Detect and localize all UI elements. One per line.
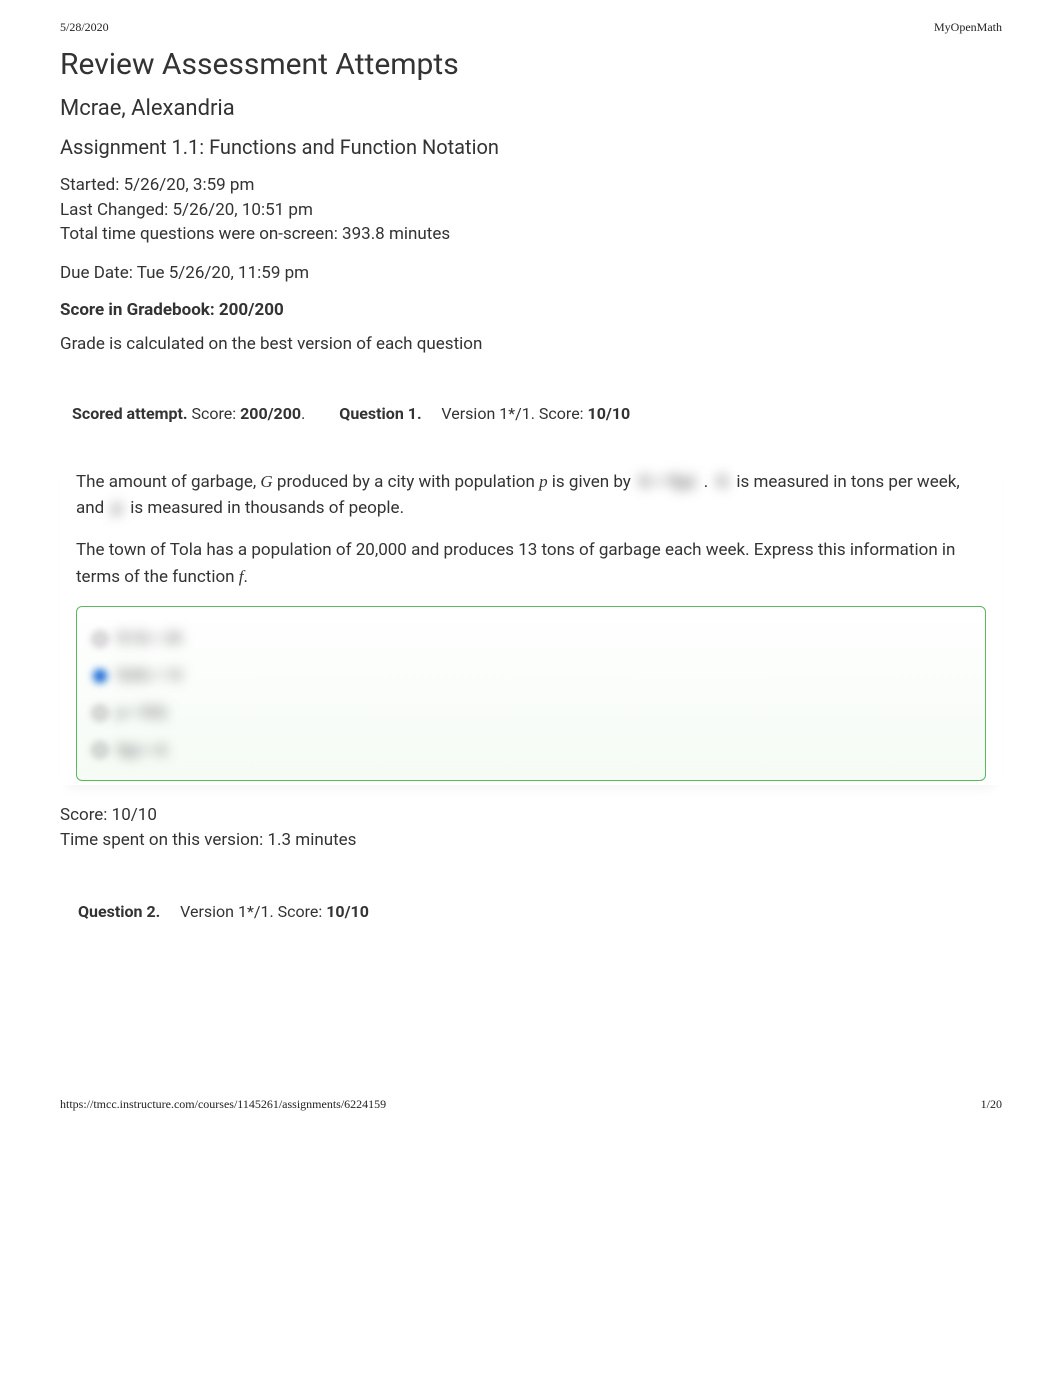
gradebook-label: Score in Gradebook: bbox=[60, 300, 219, 320]
page-container: 5/28/2020 MyOpenMath Review Assessment A… bbox=[0, 0, 1062, 1142]
q1-var-p: p bbox=[539, 472, 548, 491]
last-changed-line: Last Changed: 5/26/20, 10:51 pm bbox=[60, 198, 1002, 223]
question-1-version: Version 1*/1. Score: bbox=[441, 404, 587, 423]
due-date-block: Due Date: Tue 5/26/20, 11:59 pm bbox=[60, 261, 1002, 286]
q1-t-c: is given by bbox=[548, 472, 635, 492]
q1-option-4[interactable]: f(p) = G bbox=[93, 739, 969, 762]
started-line: Started: 5/26/20, 3:59 pm bbox=[60, 173, 1002, 198]
q1-blur-2: G bbox=[713, 469, 733, 495]
question-1-header: Question 1. Version 1*/1. Score: 10/10 bbox=[321, 390, 648, 437]
q1-t-d: . bbox=[700, 472, 713, 492]
student-name: Mcrae, Alexandria bbox=[60, 96, 1002, 121]
q1-option-1-text: f(13) = 20 bbox=[117, 627, 182, 650]
radio-icon[interactable] bbox=[93, 706, 107, 720]
footer-page: 1/20 bbox=[981, 1097, 1002, 1112]
print-footer: https://tmcc.instructure.com/courses/114… bbox=[60, 1097, 1002, 1112]
q1-p2-b: . bbox=[244, 567, 248, 587]
radio-icon[interactable] bbox=[93, 632, 107, 646]
assignment-title: Assignment 1.1: Functions and Function N… bbox=[60, 135, 1002, 159]
q1-option-3-text: p = f(G) bbox=[117, 701, 167, 724]
question-1-body: The amount of garbage, G produced by a c… bbox=[60, 449, 1002, 785]
q1-answer-box: f(13) = 20 f(20) = 13 p = f(G) f(p) = G bbox=[76, 606, 986, 781]
print-header: 5/28/2020 MyOpenMath bbox=[60, 20, 1002, 35]
attempt-tab-label: Scored attempt. bbox=[72, 404, 188, 423]
attempt-meta: Started: 5/26/20, 3:59 pm Last Changed: … bbox=[60, 173, 1002, 247]
attempt-tab-score-value: 200/200 bbox=[240, 404, 301, 423]
q1-option-1[interactable]: f(13) = 20 bbox=[93, 627, 969, 650]
q1-t-a: The amount of garbage, bbox=[76, 472, 260, 492]
attempt-tab-period: . bbox=[301, 404, 305, 423]
q1-blur-3: p bbox=[108, 495, 126, 521]
q1-result: Score: 10/10 Time spent on this version:… bbox=[60, 803, 1002, 852]
attempt-tab-score-label: Score: bbox=[188, 404, 241, 423]
q1-option-4-text: f(p) = G bbox=[117, 739, 167, 762]
q1-option-3[interactable]: p = f(G) bbox=[93, 701, 969, 724]
grade-calc-note: Grade is calculated on the best version … bbox=[60, 334, 1002, 354]
due-date-line: Due Date: Tue 5/26/20, 11:59 pm bbox=[60, 261, 1002, 286]
app-name: MyOpenMath bbox=[934, 20, 1002, 35]
question-1-score: 10/10 bbox=[588, 404, 631, 423]
gradebook-value: 200/200 bbox=[219, 300, 284, 320]
q1-para-1: The amount of garbage, G produced by a c… bbox=[76, 469, 986, 522]
time-onscreen-line: Total time questions were on-screen: 393… bbox=[60, 222, 1002, 247]
q1-t-f: is measured in thousands of people. bbox=[126, 498, 404, 518]
q1-t-b: produced by a city with population bbox=[273, 472, 539, 492]
radio-icon[interactable] bbox=[93, 743, 107, 757]
question-2-version: Version 1*/1. Score: bbox=[180, 902, 326, 921]
q1-option-2[interactable]: f(20) = 13 bbox=[93, 664, 969, 687]
q1-result-score: Score: 10/10 bbox=[60, 803, 1002, 828]
page-title: Review Assessment Attempts bbox=[60, 47, 1002, 82]
question-2-header: Question 2. Version 1*/1. Score: 10/10 bbox=[60, 888, 387, 935]
q1-option-2-text: f(20) = 13 bbox=[117, 664, 182, 687]
q1-blur-1: G = f(p) bbox=[635, 469, 700, 495]
question-2-label: Question 2. bbox=[78, 902, 160, 921]
question-2-score: 10/10 bbox=[326, 902, 369, 921]
q1-time-spent: Time spent on this version: 1.3 minutes bbox=[60, 828, 1002, 853]
radio-icon[interactable] bbox=[93, 669, 107, 683]
gradebook-score: Score in Gradebook: 200/200 bbox=[60, 300, 1002, 320]
q1-para-2: The town of Tola has a population of 20,… bbox=[76, 537, 986, 590]
q1-p2-a: The town of Tola has a population of 20,… bbox=[76, 540, 955, 586]
print-date: 5/28/2020 bbox=[60, 20, 109, 35]
footer-url: https://tmcc.instructure.com/courses/114… bbox=[60, 1097, 386, 1112]
q1-var-g: G bbox=[260, 472, 272, 491]
question-1-label: Question 1. bbox=[339, 404, 421, 423]
attempt-tab[interactable]: Scored attempt. Score: 200/200. bbox=[60, 396, 317, 431]
